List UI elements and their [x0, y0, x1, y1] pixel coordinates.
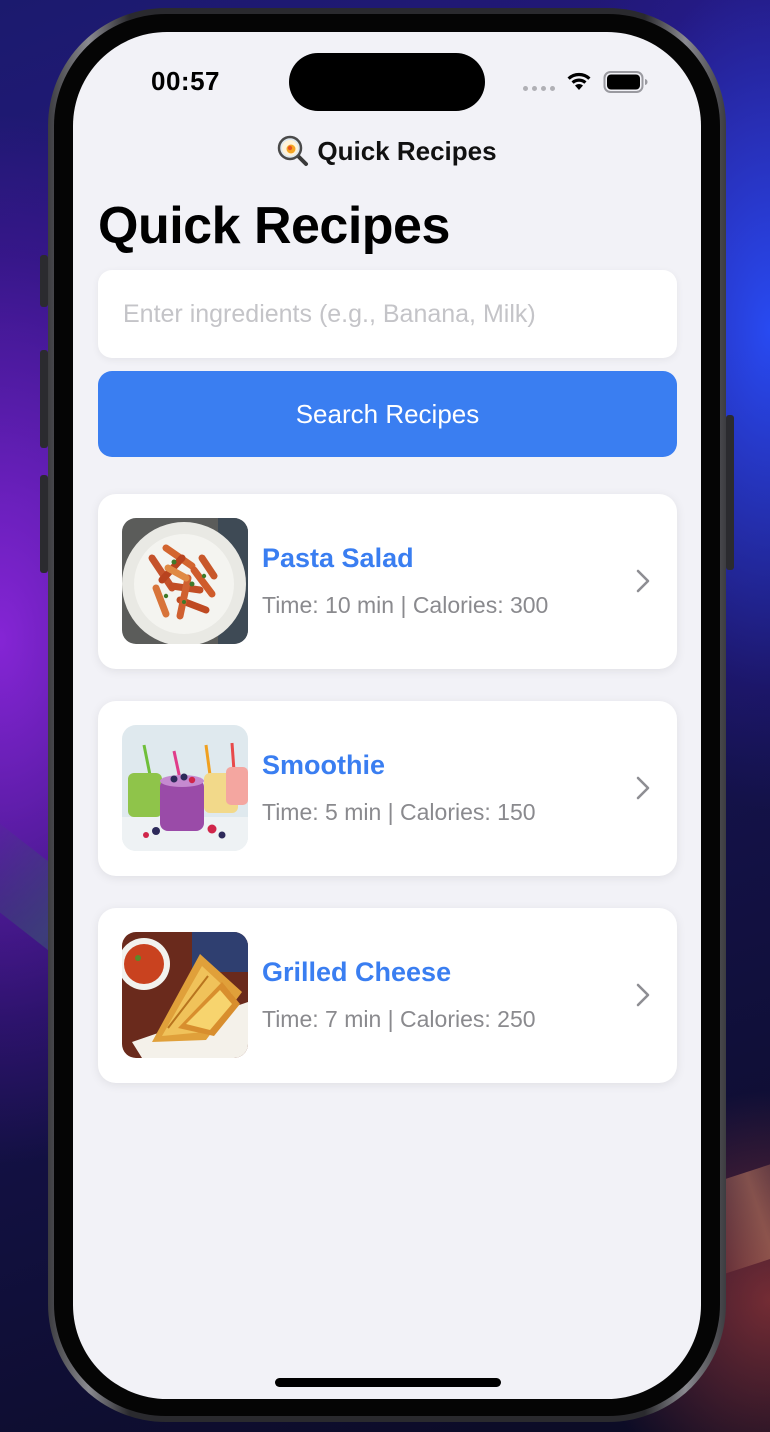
chevron-right-icon	[636, 983, 650, 1007]
home-indicator[interactable]	[275, 1378, 501, 1387]
recipe-card-grilled-cheese[interactable]: Grilled Cheese Time: 7 min | Calories: 2…	[98, 908, 677, 1083]
volume-up-button	[40, 350, 48, 448]
recipe-title: Pasta Salad	[262, 543, 414, 573]
magnifying-glass-icon	[278, 135, 309, 166]
recipe-card-smoothie[interactable]: Smoothie Time: 5 min | Calories: 150	[98, 701, 677, 876]
action-button	[40, 255, 48, 307]
recipe-meta: Time: 10 min | Calories: 300	[262, 592, 549, 618]
recipe-meta: Time: 7 min | Calories: 250	[262, 1006, 536, 1032]
battery-icon	[603, 71, 648, 93]
wifi-icon	[567, 72, 591, 90]
ingredients-search-input[interactable]	[98, 270, 677, 358]
dynamic-island	[289, 53, 485, 111]
recipe-title: Smoothie	[262, 750, 386, 780]
page-title: Quick Recipes	[98, 197, 450, 255]
grilled-cheese-image	[122, 932, 248, 1058]
chevron-right-icon	[636, 569, 650, 593]
chevron-right-icon	[636, 776, 650, 800]
search-recipes-button[interactable]: Search Recipes	[98, 371, 677, 457]
volume-down-button	[40, 475, 48, 573]
status-time: 00:57	[151, 66, 220, 96]
cellular-signal-icon	[523, 86, 555, 91]
app-screen: 00:57 Quick Recipes Quick Recipes Search…	[73, 32, 701, 1399]
power-button	[726, 415, 734, 570]
recipe-card-pasta-salad[interactable]: Pasta Salad Time: 10 min | Calories: 300	[98, 494, 677, 669]
recipe-meta: Time: 5 min | Calories: 150	[262, 799, 536, 825]
nav-bar-title: Quick Recipes	[73, 135, 701, 167]
recipe-title: Grilled Cheese	[262, 957, 452, 987]
pasta-salad-image	[122, 518, 248, 644]
smoothie-image	[122, 725, 248, 851]
nav-title-text: Quick Recipes	[317, 135, 497, 166]
